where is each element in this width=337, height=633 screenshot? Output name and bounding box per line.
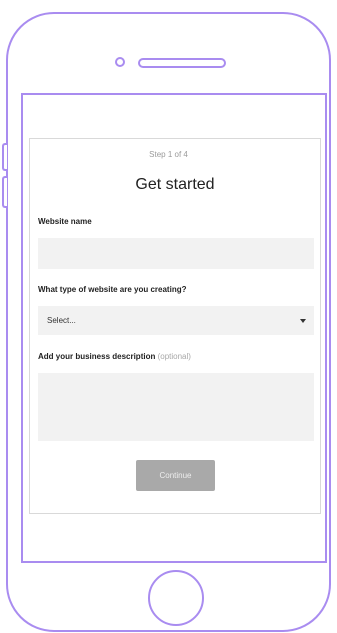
website-name-label: Website name xyxy=(38,217,92,226)
website-name-input[interactable] xyxy=(38,238,314,269)
website-type-select[interactable]: Select... xyxy=(38,306,314,335)
volume-down-button xyxy=(2,176,7,208)
website-type-label: What type of website are you creating? xyxy=(38,285,187,294)
business-description-textarea[interactable] xyxy=(38,373,314,441)
website-type-selected-value: Select... xyxy=(47,316,76,325)
business-description-label: Add your business description (optional) xyxy=(38,352,191,361)
signup-form-card: Get started Website name What type of we… xyxy=(29,138,321,514)
page-title: Get started xyxy=(135,176,215,193)
step-indicator: Step 1 of 4 xyxy=(149,150,188,159)
camera-icon xyxy=(115,57,125,67)
chevron-down-icon xyxy=(300,318,306,323)
business-description-label-text: Add your business description xyxy=(38,352,156,361)
home-button[interactable] xyxy=(148,570,204,626)
continue-button[interactable]: Continue xyxy=(136,460,215,491)
speaker-icon xyxy=(138,58,226,68)
optional-hint: (optional) xyxy=(157,352,191,361)
